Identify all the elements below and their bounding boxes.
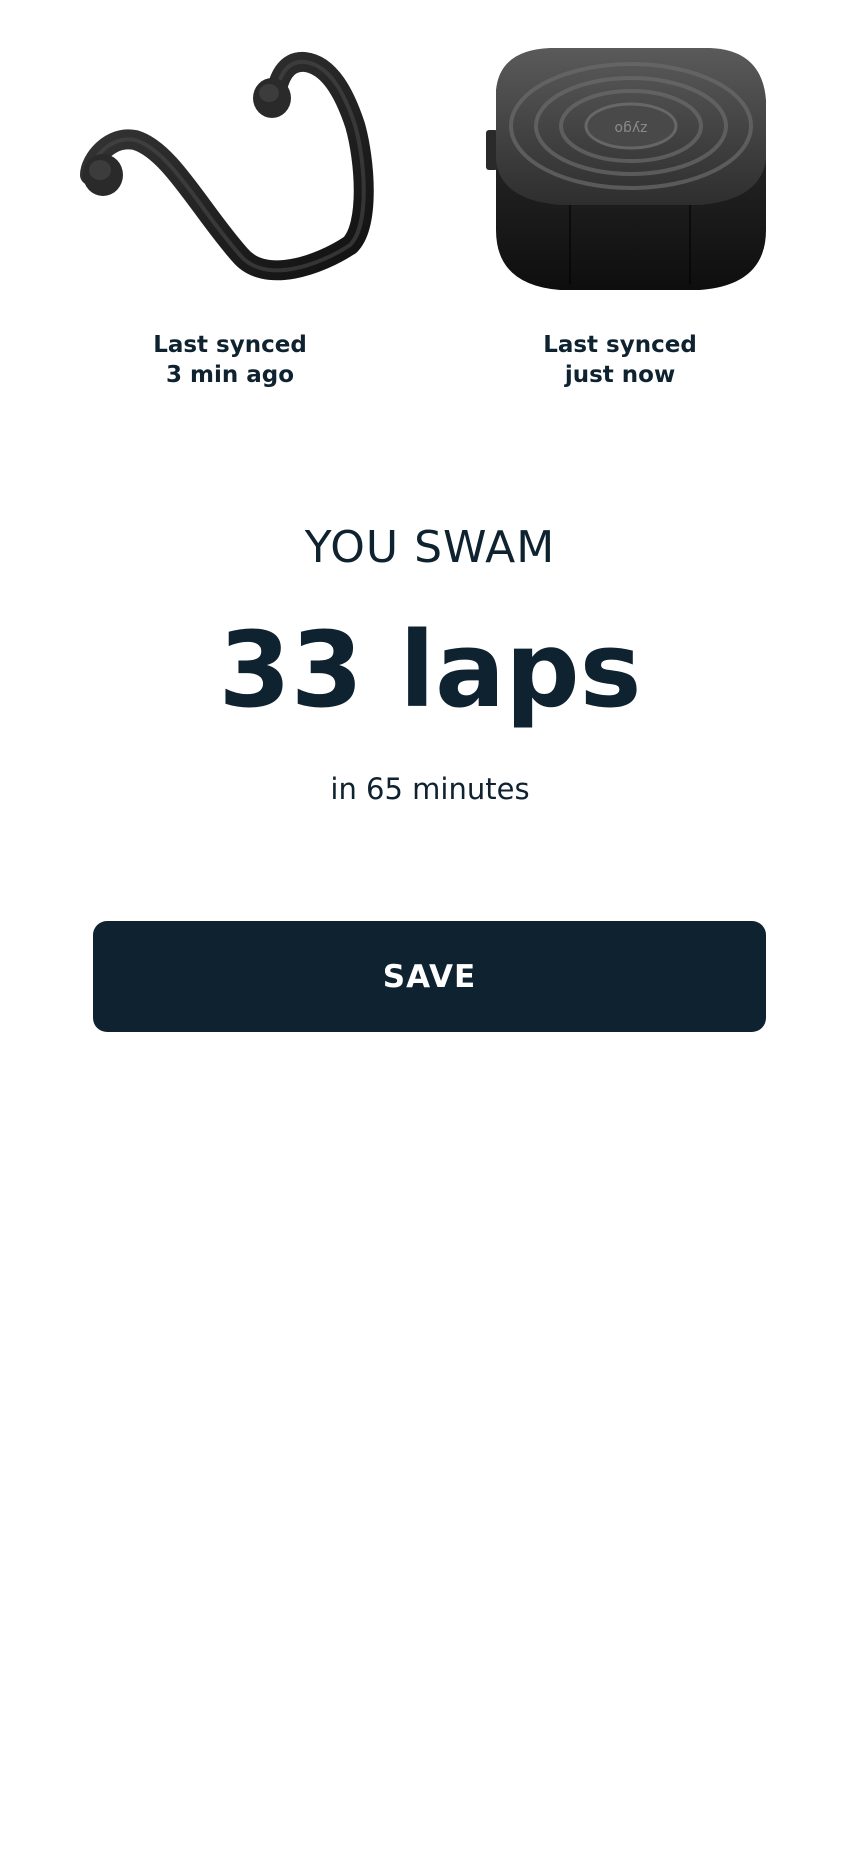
- sync-label: Last synced: [153, 332, 307, 358]
- case-logo-text: zygo: [614, 120, 647, 136]
- charging-case-device: zygo: [450, 40, 810, 300]
- case-sync-status: Last synced just now: [440, 330, 800, 390]
- duration-text: in 65 minutes: [330, 772, 530, 806]
- headphones-device: [50, 40, 410, 300]
- sync-label: Last synced: [543, 332, 697, 358]
- device-status-area: zygo Last synced 3 min ago Last synced j…: [0, 0, 860, 440]
- charging-case-icon: zygo: [450, 40, 810, 300]
- sync-time: 3 min ago: [165, 362, 295, 388]
- laps-count: 33 laps: [218, 609, 642, 731]
- headphones-sync-status: Last synced 3 min ago: [50, 330, 410, 390]
- sync-time: just now: [564, 362, 676, 388]
- headphones-icon: [50, 40, 410, 300]
- summary-heading: YOU SWAM: [304, 522, 556, 573]
- save-button[interactable]: SAVE: [93, 921, 766, 1032]
